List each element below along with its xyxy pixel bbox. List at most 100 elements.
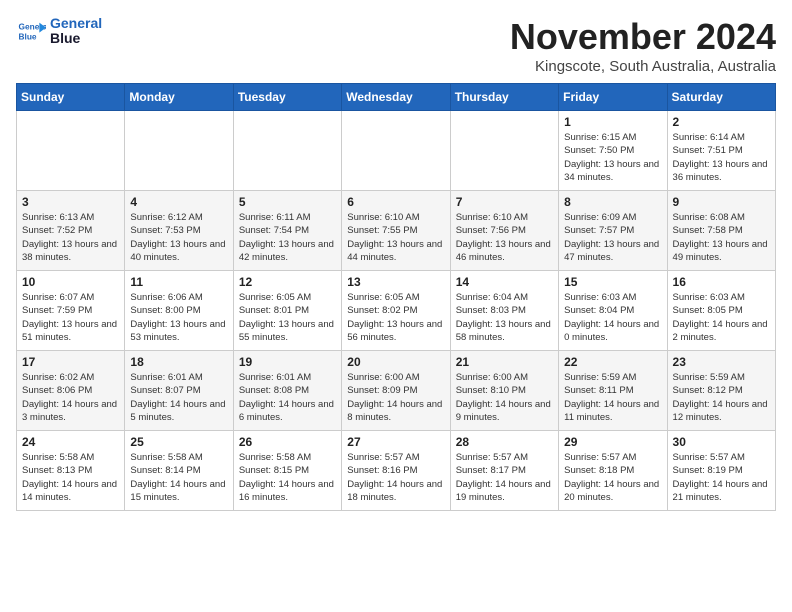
day-number: 16: [673, 275, 770, 289]
day-info: Sunrise: 6:11 AM Sunset: 7:54 PM Dayligh…: [239, 211, 336, 264]
day-number: 29: [564, 435, 661, 449]
calendar-cell: 2 Sunrise: 6:14 AM Sunset: 7:51 PM Daylig…: [667, 111, 775, 191]
day-number: 27: [347, 435, 444, 449]
day-info: Sunrise: 6:03 AM Sunset: 8:04 PM Dayligh…: [564, 291, 661, 344]
calendar-week-3: 10 Sunrise: 6:07 AM Sunset: 7:59 PM Dayli…: [17, 271, 776, 351]
calendar-cell: 16 Sunrise: 6:03 AM Sunset: 8:05 PM Dayli…: [667, 271, 775, 351]
logo: General Blue General Blue: [16, 16, 102, 47]
calendar-week-2: 3Sunrise: 6:13 AM Sunset: 7:52 PM Daylig…: [17, 191, 776, 271]
svg-text:Blue: Blue: [19, 32, 37, 42]
weekday-header-tuesday: Tuesday: [233, 84, 341, 111]
calendar-week-4: 17Sunrise: 6:02 AM Sunset: 8:06 PM Dayli…: [17, 351, 776, 431]
day-info: Sunrise: 6:14 AM Sunset: 7:51 PM Dayligh…: [673, 131, 770, 184]
calendar-cell: 11 Sunrise: 6:06 AM Sunset: 8:00 PM Dayli…: [125, 271, 233, 351]
calendar-week-1: 1 Sunrise: 6:15 AM Sunset: 7:50 PM Daylig…: [17, 111, 776, 191]
day-info: Sunrise: 5:57 AM Sunset: 8:16 PM Dayligh…: [347, 451, 444, 504]
day-info: Sunrise: 6:15 AM Sunset: 7:50 PM Dayligh…: [564, 131, 661, 184]
day-info: Sunrise: 5:58 AM Sunset: 8:15 PM Dayligh…: [239, 451, 336, 504]
day-info: Sunrise: 6:03 AM Sunset: 8:05 PM Dayligh…: [673, 291, 770, 344]
calendar-cell: 30 Sunrise: 5:57 AM Sunset: 8:19 PM Dayli…: [667, 431, 775, 511]
month-title: November 2024: [510, 16, 776, 58]
calendar-cell: 13 Sunrise: 6:05 AM Sunset: 8:02 PM Dayli…: [342, 271, 450, 351]
day-number: 8: [564, 195, 661, 209]
calendar-cell: 4 Sunrise: 6:12 AM Sunset: 7:53 PM Daylig…: [125, 191, 233, 271]
weekday-header-monday: Monday: [125, 84, 233, 111]
calendar-cell: 10 Sunrise: 6:07 AM Sunset: 7:59 PM Dayli…: [17, 271, 125, 351]
day-info: Sunrise: 6:00 AM Sunset: 8:09 PM Dayligh…: [347, 371, 444, 424]
day-info: Sunrise: 6:01 AM Sunset: 8:08 PM Dayligh…: [239, 371, 336, 424]
calendar-cell: 25 Sunrise: 5:58 AM Sunset: 8:14 PM Dayli…: [125, 431, 233, 511]
calendar-cell: 3Sunrise: 6:13 AM Sunset: 7:52 PM Daylig…: [17, 191, 125, 271]
day-info: Sunrise: 5:57 AM Sunset: 8:17 PM Dayligh…: [456, 451, 553, 504]
day-info: Sunrise: 5:58 AM Sunset: 8:14 PM Dayligh…: [130, 451, 227, 504]
header-row: SundayMondayTuesdayWednesdayThursdayFrid…: [17, 84, 776, 111]
day-number: 10: [22, 275, 119, 289]
calendar-cell: [17, 111, 125, 191]
day-number: 18: [130, 355, 227, 369]
weekday-header-saturday: Saturday: [667, 84, 775, 111]
calendar-cell: 1 Sunrise: 6:15 AM Sunset: 7:50 PM Daylig…: [559, 111, 667, 191]
day-info: Sunrise: 6:04 AM Sunset: 8:03 PM Dayligh…: [456, 291, 553, 344]
calendar-cell: [233, 111, 341, 191]
calendar-cell: [342, 111, 450, 191]
day-number: 5: [239, 195, 336, 209]
day-info: Sunrise: 5:57 AM Sunset: 8:19 PM Dayligh…: [673, 451, 770, 504]
calendar-cell: 17Sunrise: 6:02 AM Sunset: 8:06 PM Dayli…: [17, 351, 125, 431]
calendar-cell: [125, 111, 233, 191]
calendar-cell: 14Sunrise: 6:04 AM Sunset: 8:03 PM Dayli…: [450, 271, 558, 351]
calendar-cell: 27 Sunrise: 5:57 AM Sunset: 8:16 PM Dayli…: [342, 431, 450, 511]
day-info: Sunrise: 6:02 AM Sunset: 8:06 PM Dayligh…: [22, 371, 119, 424]
day-number: 12: [239, 275, 336, 289]
weekday-header-wednesday: Wednesday: [342, 84, 450, 111]
day-number: 25: [130, 435, 227, 449]
day-info: Sunrise: 5:59 AM Sunset: 8:12 PM Dayligh…: [673, 371, 770, 424]
day-number: 24: [22, 435, 119, 449]
logo-general: General: [50, 15, 102, 31]
calendar-cell: 26 Sunrise: 5:58 AM Sunset: 8:15 PM Dayli…: [233, 431, 341, 511]
logo-icon: General Blue: [16, 16, 46, 46]
calendar-cell: 6Sunrise: 6:10 AM Sunset: 7:55 PM Daylig…: [342, 191, 450, 271]
day-info: Sunrise: 5:58 AM Sunset: 8:13 PM Dayligh…: [22, 451, 119, 504]
day-info: Sunrise: 5:59 AM Sunset: 8:11 PM Dayligh…: [564, 371, 661, 424]
calendar-cell: 22 Sunrise: 5:59 AM Sunset: 8:11 PM Dayli…: [559, 351, 667, 431]
calendar-cell: 9Sunrise: 6:08 AM Sunset: 7:58 PM Daylig…: [667, 191, 775, 271]
calendar-week-5: 24 Sunrise: 5:58 AM Sunset: 8:13 PM Dayli…: [17, 431, 776, 511]
day-number: 21: [456, 355, 553, 369]
day-number: 3: [22, 195, 119, 209]
day-info: Sunrise: 6:07 AM Sunset: 7:59 PM Dayligh…: [22, 291, 119, 344]
day-number: 7: [456, 195, 553, 209]
calendar-cell: 18 Sunrise: 6:01 AM Sunset: 8:07 PM Dayli…: [125, 351, 233, 431]
day-number: 6: [347, 195, 444, 209]
weekday-header-sunday: Sunday: [17, 84, 125, 111]
day-number: 9: [673, 195, 770, 209]
calendar-cell: 19Sunrise: 6:01 AM Sunset: 8:08 PM Dayli…: [233, 351, 341, 431]
calendar-cell: 12Sunrise: 6:05 AM Sunset: 8:01 PM Dayli…: [233, 271, 341, 351]
day-number: 26: [239, 435, 336, 449]
calendar-cell: 15 Sunrise: 6:03 AM Sunset: 8:04 PM Dayli…: [559, 271, 667, 351]
day-info: Sunrise: 6:12 AM Sunset: 7:53 PM Dayligh…: [130, 211, 227, 264]
calendar-cell: 23 Sunrise: 5:59 AM Sunset: 8:12 PM Dayli…: [667, 351, 775, 431]
weekday-header-friday: Friday: [559, 84, 667, 111]
day-number: 15: [564, 275, 661, 289]
day-info: Sunrise: 6:10 AM Sunset: 7:56 PM Dayligh…: [456, 211, 553, 264]
calendar-cell: 8Sunrise: 6:09 AM Sunset: 7:57 PM Daylig…: [559, 191, 667, 271]
day-info: Sunrise: 6:06 AM Sunset: 8:00 PM Dayligh…: [130, 291, 227, 344]
calendar-cell: 28Sunrise: 5:57 AM Sunset: 8:17 PM Dayli…: [450, 431, 558, 511]
header: General Blue General Blue November 2024 …: [16, 16, 776, 75]
day-number: 4: [130, 195, 227, 209]
day-number: 13: [347, 275, 444, 289]
day-number: 2: [673, 115, 770, 129]
day-number: 30: [673, 435, 770, 449]
day-info: Sunrise: 6:01 AM Sunset: 8:07 PM Dayligh…: [130, 371, 227, 424]
location-title: Kingscote, South Australia, Australia: [510, 58, 776, 75]
day-number: 23: [673, 355, 770, 369]
day-info: Sunrise: 6:05 AM Sunset: 8:02 PM Dayligh…: [347, 291, 444, 344]
calendar-cell: [450, 111, 558, 191]
calendar-table: SundayMondayTuesdayWednesdayThursdayFrid…: [16, 83, 776, 511]
day-number: 11: [130, 275, 227, 289]
day-number: 22: [564, 355, 661, 369]
calendar-cell: 5 Sunrise: 6:11 AM Sunset: 7:54 PM Daylig…: [233, 191, 341, 271]
day-number: 20: [347, 355, 444, 369]
calendar-cell: 20 Sunrise: 6:00 AM Sunset: 8:09 PM Dayli…: [342, 351, 450, 431]
day-number: 1: [564, 115, 661, 129]
